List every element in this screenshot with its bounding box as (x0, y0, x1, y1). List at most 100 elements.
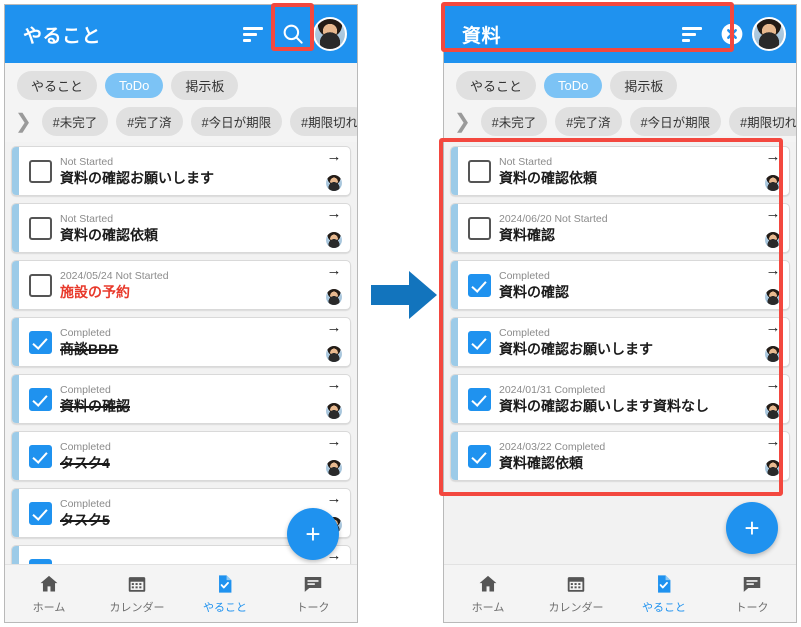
task-row[interactable]: Completed 資料の確認 → (11, 374, 351, 424)
task-checkbox[interactable] (29, 330, 52, 354)
nav-item-todo[interactable]: やること (181, 573, 269, 615)
arrow-right-icon[interactable]: → (766, 206, 781, 221)
nav-item-talk[interactable]: トーク (269, 573, 357, 615)
task-right: → (318, 375, 350, 423)
tag-kigengire[interactable]: #期限切れ (729, 107, 796, 136)
task-checkbox-wrap[interactable] (19, 375, 60, 423)
tab-todo[interactable]: ToDo (105, 73, 164, 98)
task-checkbox-wrap[interactable] (19, 318, 60, 366)
card-accent-bar (12, 375, 19, 423)
bottom-nav-before: ホーム カレンダー やること トーク (5, 564, 357, 622)
todo-document-icon (219, 574, 232, 593)
avatar[interactable] (313, 17, 347, 51)
nav-label: ホーム (32, 601, 66, 614)
task-right: → (757, 375, 789, 423)
task-checkbox[interactable] (468, 216, 491, 240)
task-checkbox[interactable] (29, 216, 52, 240)
task-checkbox[interactable] (468, 330, 491, 354)
tab-yarukoto[interactable]: やること (456, 71, 537, 100)
task-checkbox-wrap[interactable] (19, 204, 60, 252)
assignee-avatar (765, 403, 781, 419)
tag-kanryozumi[interactable]: #完了済 (555, 107, 622, 136)
search-query-text[interactable]: 資料 (462, 21, 672, 48)
tag-kanryozumi[interactable]: #完了済 (116, 107, 183, 136)
task-row[interactable]: Completed 商談BBB → (11, 317, 351, 367)
task-body: 2024/03/22 Completed 資料確認依頼 (499, 432, 757, 480)
task-checkbox-wrap[interactable] (458, 204, 499, 252)
task-row[interactable]: 2024/03/22 Completed 資料確認依頼 → (450, 431, 790, 481)
task-row[interactable]: Completed 資料の確認お願いします → (450, 317, 790, 367)
task-row[interactable]: Not Started 資料の確認お願いします → (11, 146, 351, 196)
task-row[interactable]: Completed タスク4 → (11, 431, 351, 481)
tag-kigengire[interactable]: #期限切れ (290, 107, 357, 136)
task-checkbox[interactable] (29, 444, 52, 468)
nav-item-todo[interactable]: やること (620, 573, 708, 615)
arrow-right-icon[interactable]: → (766, 263, 781, 278)
bottom-nav-after: ホーム カレンダー やること トーク (444, 564, 796, 622)
chevron-right-icon[interactable]: ❯ (11, 112, 34, 132)
nav-item-calendar[interactable]: カレンダー (532, 573, 620, 615)
arrow-right-icon[interactable]: → (327, 320, 342, 335)
add-task-fab-after[interactable]: + (726, 502, 778, 554)
nav-item-home[interactable]: ホーム (5, 573, 93, 615)
arrow-right-icon[interactable]: → (327, 149, 342, 164)
task-row[interactable]: Not Started 資料の確認依頼 → (450, 146, 790, 196)
clear-search-button[interactable] (712, 14, 752, 54)
task-checkbox-wrap[interactable] (19, 432, 60, 480)
arrow-right-icon[interactable]: → (327, 434, 342, 449)
assignee-avatar (765, 289, 781, 305)
arrow-right-icon[interactable]: → (327, 377, 342, 392)
task-checkbox[interactable] (29, 159, 52, 183)
tag-mikanryo[interactable]: #未完了 (480, 107, 548, 136)
task-checkbox[interactable] (29, 387, 52, 411)
task-checkbox-wrap[interactable] (19, 147, 60, 195)
arrow-right-icon[interactable]: → (766, 149, 781, 164)
arrow-right-icon[interactable]: → (766, 320, 781, 335)
task-checkbox-wrap[interactable] (458, 375, 499, 423)
task-checkbox[interactable] (29, 501, 52, 525)
task-checkbox[interactable] (468, 387, 491, 411)
chevron-right-icon[interactable]: ❯ (450, 112, 473, 132)
add-task-fab-before[interactable]: + (287, 508, 339, 560)
arrow-right-icon[interactable]: → (766, 377, 781, 392)
task-checkbox[interactable] (29, 273, 52, 297)
home-icon (479, 575, 497, 592)
task-title: 資料確認 (499, 226, 555, 243)
sort-button-before[interactable] (233, 14, 273, 54)
tab-todo[interactable]: ToDo (544, 73, 603, 98)
arrow-right-icon[interactable]: → (327, 263, 342, 278)
task-checkbox[interactable] (468, 444, 491, 468)
tab-keijiban[interactable]: 掲示板 (610, 71, 678, 100)
nav-item-talk[interactable]: トーク (708, 573, 796, 615)
task-checkbox[interactable] (468, 159, 491, 183)
tag-mikanryo[interactable]: #未完了 (41, 107, 109, 136)
task-body: 2024/05/24 Not Started 施設の予約 (60, 261, 318, 309)
tag-kyougakigen[interactable]: #今日が期限 (190, 107, 283, 136)
task-checkbox-wrap[interactable] (458, 318, 499, 366)
task-row[interactable]: 2024/06/20 Not Started 資料確認 → (450, 203, 790, 253)
avatar-face (315, 19, 345, 49)
nav-item-home[interactable]: ホーム (444, 573, 532, 615)
search-button-before[interactable] (273, 14, 313, 54)
nav-item-calendar[interactable]: カレンダー (93, 573, 181, 615)
task-row[interactable]: 2024/01/31 Completed 資料の確認お願いします資料なし → (450, 374, 790, 424)
task-row[interactable]: Not Started 資料の確認依頼 → (11, 203, 351, 253)
task-checkbox-wrap[interactable] (458, 261, 499, 309)
task-checkbox-wrap[interactable] (458, 147, 499, 195)
task-row[interactable]: 2024/05/24 Not Started 施設の予約 → (11, 260, 351, 310)
sort-button-after[interactable] (672, 14, 712, 54)
tab-keijiban[interactable]: 掲示板 (171, 71, 239, 100)
tag-kyougakigen[interactable]: #今日が期限 (629, 107, 722, 136)
arrow-right-icon[interactable]: → (327, 206, 342, 221)
task-row[interactable]: Completed 資料の確認 → (450, 260, 790, 310)
card-accent-bar (451, 375, 458, 423)
task-checkbox[interactable] (468, 273, 491, 297)
arrow-right-icon[interactable]: → (766, 434, 781, 449)
task-list-after[interactable]: Not Started 資料の確認依頼 → 2024/06/20 Not Sta… (444, 142, 796, 481)
task-checkbox-wrap[interactable] (19, 489, 60, 537)
task-checkbox-wrap[interactable] (458, 432, 499, 480)
avatar[interactable] (752, 17, 786, 51)
tab-yarukoto[interactable]: やること (17, 71, 98, 100)
arrow-right-icon[interactable]: → (327, 491, 342, 506)
task-checkbox-wrap[interactable] (19, 261, 60, 309)
